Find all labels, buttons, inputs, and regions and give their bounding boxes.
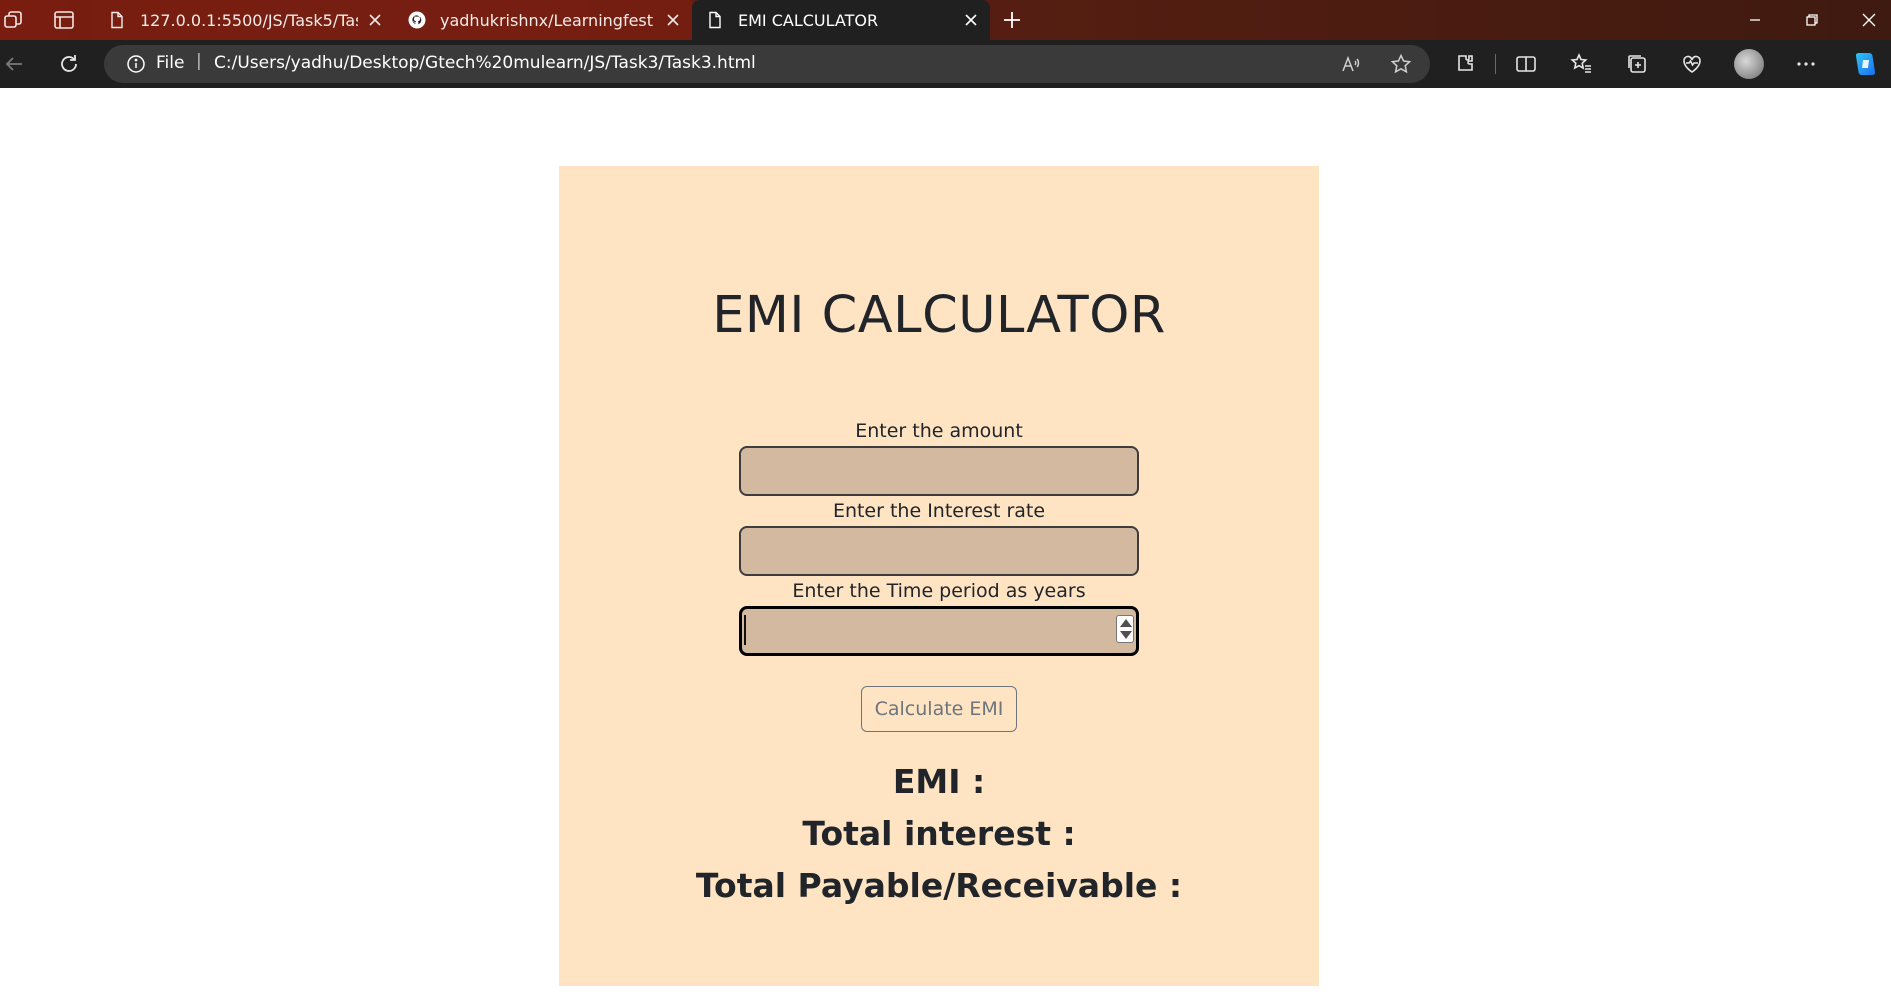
workspaces-icon[interactable] (2, 8, 26, 32)
url-text[interactable]: C:/Users/yadhu/Desktop/Gtech%20mulearn/J… (214, 53, 756, 73)
time-period-label: Enter the Time period as years (792, 580, 1086, 602)
amount-label: Enter the amount (855, 420, 1023, 442)
split-screen-icon[interactable] (1514, 52, 1538, 76)
favorites-icon[interactable] (1570, 52, 1594, 76)
close-icon[interactable] (366, 11, 384, 29)
page-icon (108, 11, 126, 29)
interest-rate-input[interactable] (739, 526, 1139, 576)
protocol-label: File (156, 53, 185, 73)
text-caret (744, 615, 746, 645)
extensions-icon[interactable] (1454, 52, 1478, 76)
tab-title: EMI CALCULATOR (738, 10, 879, 30)
tab-task5[interactable]: 127.0.0.1:5500/JS/Task5/Task5.html (94, 0, 394, 40)
browser-essentials-icon[interactable] (1680, 52, 1704, 76)
collections-icon[interactable] (1625, 52, 1649, 76)
more-options-icon[interactable] (1794, 52, 1818, 76)
browser-tab-bar: 127.0.0.1:5500/JS/Task5/Task5.html yadhu… (0, 0, 1891, 40)
restore-icon[interactable] (1800, 8, 1824, 32)
tab-actions-icon[interactable] (52, 8, 76, 32)
browser-toolbar: File | C:/Users/yadhu/Desktop/Gtech%20mu… (0, 40, 1891, 88)
address-separator: | (196, 51, 202, 71)
github-icon (408, 11, 426, 29)
total-payable-result: Total Payable/Receivable : (695, 866, 1183, 905)
interest-rate-label: Enter the Interest rate (832, 500, 1046, 522)
emi-result: EMI : (892, 762, 986, 801)
toolbar-divider (1495, 54, 1496, 74)
tab-title: yadhukrishnx/Learningfest (440, 10, 654, 30)
spin-up-icon[interactable] (1120, 619, 1132, 627)
page-icon (706, 11, 724, 29)
favorite-star-icon[interactable] (1390, 53, 1412, 75)
calculate-emi-button[interactable]: Calculate EMI (861, 686, 1017, 732)
page-title: EMI CALCULATOR (712, 286, 1166, 345)
tab-title: 127.0.0.1:5500/JS/Task5/Task5.html (140, 10, 358, 30)
close-window-icon[interactable] (1857, 8, 1881, 32)
info-icon[interactable] (126, 54, 146, 74)
refresh-icon[interactable] (57, 52, 81, 76)
new-tab-icon[interactable] (1000, 8, 1024, 32)
total-interest-result: Total interest : (802, 814, 1076, 853)
emi-calculator-card: EMI CALCULATOR Enter the amount Enter th… (559, 166, 1319, 986)
time-period-input[interactable] (739, 606, 1139, 656)
number-spinner[interactable] (1116, 615, 1134, 643)
spin-down-icon[interactable] (1120, 631, 1132, 639)
amount-input[interactable] (739, 446, 1139, 496)
close-icon[interactable] (962, 11, 980, 29)
address-bar[interactable]: File | C:/Users/yadhu/Desktop/Gtech%20mu… (104, 45, 1430, 83)
profile-avatar[interactable] (1734, 49, 1764, 79)
read-aloud-icon[interactable] (1340, 53, 1362, 75)
tab-emi-calculator[interactable]: EMI CALCULATOR (692, 0, 990, 40)
back-icon[interactable] (2, 52, 26, 76)
tab-github[interactable]: yadhukrishnx/Learningfest (394, 0, 692, 40)
minimize-icon[interactable] (1743, 8, 1767, 32)
copilot-icon[interactable] (1850, 50, 1880, 78)
close-icon[interactable] (664, 11, 682, 29)
